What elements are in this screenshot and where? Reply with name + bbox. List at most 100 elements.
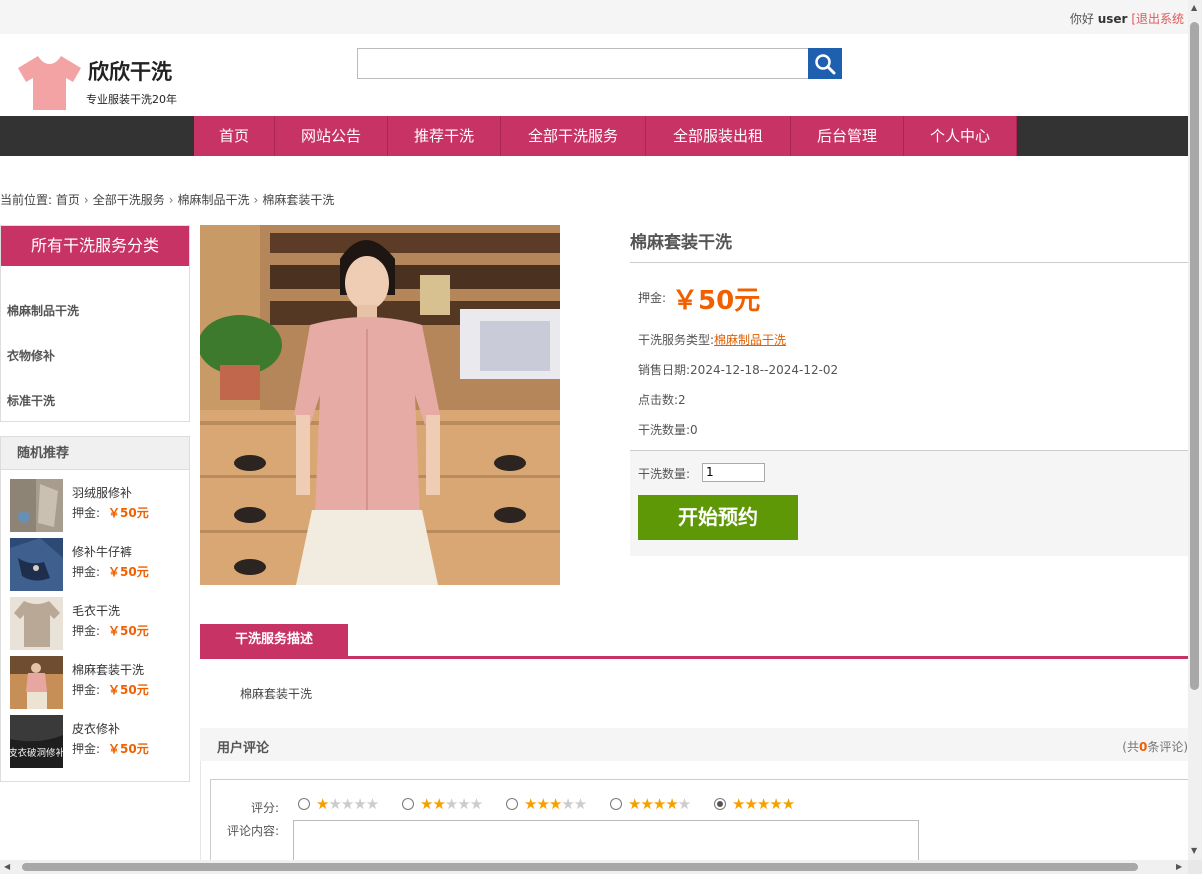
radio-button[interactable] <box>298 798 310 810</box>
breadcrumb-home[interactable]: 首页 <box>56 193 80 207</box>
product-thumbnail[interactable] <box>10 479 63 532</box>
product-thumbnail[interactable]: 皮衣破洞修补 <box>10 715 63 768</box>
search-input[interactable] <box>357 48 809 79</box>
product-thumbnail[interactable] <box>10 538 63 591</box>
star-rating-icon: ★★★★★ <box>316 794 379 813</box>
rating-label: 评分: <box>251 801 280 815</box>
recommend-title: 随机推荐 <box>1 437 189 470</box>
price-label: 押金: <box>72 506 101 520</box>
service-type-label: 干洗服务类型: <box>638 333 715 347</box>
breadcrumb-all-services[interactable]: 全部干洗服务 <box>93 193 165 207</box>
nav-home[interactable]: 首页 <box>194 116 275 156</box>
price-value: ￥50元 <box>108 742 149 756</box>
sale-date-row: 销售日期:2024-12-18--2024-12-02 <box>638 361 838 378</box>
recommend-price: 押金: ￥50元 <box>72 740 149 757</box>
quantity-input[interactable]: 1 <box>702 463 765 482</box>
recommend-name[interactable]: 修补牛仔裤 <box>72 543 132 560</box>
category-panel: 所有干洗服务分类 棉麻制品干洗 衣物修补 标准干洗 <box>0 225 190 422</box>
recommend-item[interactable]: 皮衣破洞修补 皮衣修补 押金: ￥50元 <box>10 715 186 769</box>
site-title[interactable]: 欣欣干洗 <box>88 56 172 86</box>
scrollbar-thumb[interactable] <box>1190 22 1199 690</box>
price-value: ￥50元 <box>108 506 149 520</box>
username: user <box>1097 12 1128 26</box>
scroll-up-icon[interactable]: ▲ <box>1191 3 1197 12</box>
divider <box>200 656 1188 659</box>
breadcrumb-prefix: 当前位置: <box>0 193 53 207</box>
book-button[interactable]: 开始预约 <box>638 495 798 540</box>
recommend-item[interactable]: 棉麻套装干洗 押金: ￥50元 <box>10 656 186 710</box>
nav-profile[interactable]: 个人中心 <box>904 116 1017 156</box>
horizontal-scrollbar[interactable]: ◀ ▶ <box>0 860 1188 874</box>
chevron-right-icon: › <box>168 193 174 207</box>
price-label: 押金: <box>72 565 101 579</box>
review-count: (共0条评论) <box>1122 738 1188 755</box>
search-icon <box>815 53 836 74</box>
service-type-row: 干洗服务类型:棉麻制品干洗 <box>638 331 786 348</box>
radio-button[interactable] <box>506 798 518 810</box>
nav-recommended[interactable]: 推荐干洗 <box>388 116 501 156</box>
price-label: 押金: <box>72 624 101 638</box>
nav-announcements[interactable]: 网站公告 <box>275 116 388 156</box>
scrollbar-thumb[interactable] <box>22 863 1138 871</box>
category-item[interactable]: 标准干洗 <box>7 392 55 409</box>
rating-option-3[interactable]: ★★★★★ <box>506 796 587 812</box>
scroll-down-icon[interactable]: ▼ <box>1191 846 1197 855</box>
rating-option-1[interactable]: ★★★★★ <box>298 794 379 813</box>
star-rating-icon: ★★★★★ <box>628 794 691 813</box>
greeting-text: 你好 <box>1069 12 1094 26</box>
top-bar: 你好 user [退出系统 <box>0 0 1188 34</box>
breadcrumb-category[interactable]: 棉麻制品干洗 <box>178 193 250 207</box>
recommend-price: 押金: ￥50元 <box>72 563 149 580</box>
service-count-label: 干洗数量: <box>638 423 691 437</box>
deposit-row: 押金: ￥50元 <box>638 280 760 317</box>
recommend-panel: 随机推荐 羽绒服修补 押金: ￥50元 修补牛仔裤 押金: ￥50元 毛衣干洗 押金… <box>0 436 190 782</box>
price-value: ￥50元 <box>108 624 149 638</box>
sale-date-value: 2024-12-18--2024-12-02 <box>690 363 839 377</box>
nav-admin[interactable]: 后台管理 <box>791 116 904 156</box>
category-item[interactable]: 棉麻制品干洗 <box>7 302 79 319</box>
nav-all-services[interactable]: 全部干洗服务 <box>501 116 646 156</box>
radio-button[interactable] <box>714 798 726 810</box>
rating-option-4[interactable]: ★★★★★ <box>610 794 691 813</box>
rating-option-2[interactable]: ★★★★★ <box>402 794 483 813</box>
review-form-area: 评分: ★★★★★ ★★★★★ ★★★★★ ★★★★★ ★★★★★ 评论内容: <box>200 761 1189 874</box>
user-greeting: 你好 user [退出系统 <box>1070 10 1184 27</box>
category-item[interactable]: 衣物修补 <box>7 347 55 364</box>
price-value: ￥50元 <box>108 565 149 579</box>
thumbnail-caption: 皮衣破洞修补 <box>10 747 63 759</box>
star-rating-icon: ★★★★★ <box>420 794 483 813</box>
recommend-name[interactable]: 棉麻套装干洗 <box>72 661 144 678</box>
rating-option-5[interactable]: ★★★★★ <box>714 796 795 812</box>
radio-button[interactable] <box>610 798 622 810</box>
service-count-value: 0 <box>690 423 698 437</box>
category-title: 所有干洗服务分类 <box>1 226 189 266</box>
site-subtitle: 专业服装干洗20年 <box>86 93 177 106</box>
recommend-item[interactable]: 毛衣干洗 押金: ￥50元 <box>10 597 186 651</box>
nav-clothing-rental[interactable]: 全部服装出租 <box>646 116 791 156</box>
main-nav: 首页 网站公告 推荐干洗 全部干洗服务 全部服装出租 后台管理 个人中心 <box>0 116 1188 156</box>
scroll-left-icon[interactable]: ◀ <box>4 862 10 871</box>
product-thumbnail[interactable] <box>10 597 63 650</box>
recommend-name[interactable]: 皮衣修补 <box>72 720 120 737</box>
recommend-name[interactable]: 羽绒服修补 <box>72 484 132 501</box>
site-header: 欣欣干洗 专业服装干洗20年 <box>0 34 1188 116</box>
recommend-item[interactable]: 修补牛仔裤 押金: ￥50元 <box>10 538 186 592</box>
radio-button[interactable] <box>402 798 414 810</box>
price-label: 押金: <box>72 742 101 756</box>
recommend-item[interactable]: 羽绒服修补 押金: ￥50元 <box>10 479 186 533</box>
scroll-right-icon[interactable]: ▶ <box>1176 862 1182 871</box>
logout-link[interactable]: [退出系统 <box>1131 12 1184 26</box>
comment-label: 评论内容: <box>227 824 280 838</box>
product-thumbnail[interactable] <box>10 656 63 709</box>
sale-date-label: 销售日期: <box>638 363 691 377</box>
product-image <box>200 225 560 585</box>
tab-description[interactable]: 干洗服务描述 <box>200 624 348 656</box>
booking-panel: 干洗数量: 1 开始预约 <box>630 450 1188 556</box>
vertical-scrollbar[interactable]: ▲ ▼ <box>1188 0 1202 860</box>
divider <box>630 262 1188 263</box>
product-title: 棉麻套装干洗 <box>630 233 732 253</box>
breadcrumb: 当前位置: 首页 › 全部干洗服务 › 棉麻制品干洗 › 棉麻套装干洗 <box>0 191 334 208</box>
search-button[interactable] <box>808 48 842 79</box>
service-type-link[interactable]: 棉麻制品干洗 <box>714 333 786 347</box>
recommend-name[interactable]: 毛衣干洗 <box>72 602 120 619</box>
